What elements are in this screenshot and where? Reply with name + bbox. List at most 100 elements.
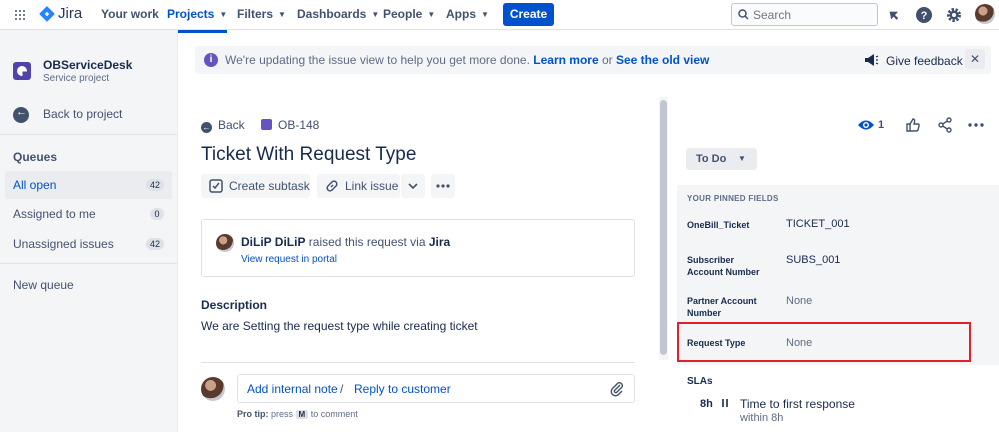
content-scrollbar[interactable] <box>659 97 668 360</box>
field-name: Partner Account Number <box>687 296 757 318</box>
commenter-avatar <box>201 377 225 401</box>
queue-label: Unassigned issues <box>13 237 114 251</box>
queue-count-badge: 0 <box>150 208 164 220</box>
nav-your-work-label: Your work <box>101 7 159 21</box>
link-issue-label: Link issue <box>345 179 399 193</box>
pause-icon <box>718 396 732 410</box>
nav-dashboards[interactable]: Dashboards ▼ <box>297 0 379 30</box>
project-name[interactable]: OBServiceDesk <box>43 58 132 72</box>
close-icon[interactable]: ✕ <box>965 49 985 69</box>
sla-remaining-time: 8h <box>700 398 713 410</box>
sidebar-divider <box>0 263 177 264</box>
nav-people[interactable]: People ▼ <box>383 0 435 30</box>
queue-count-badge: 42 <box>145 179 164 191</box>
nav-projects-label: Projects <box>167 7 215 21</box>
chevron-down-icon: ▼ <box>278 10 286 19</box>
link-issue-button[interactable]: Link issue <box>317 174 400 198</box>
settings-gear-icon[interactable] <box>945 6 963 24</box>
more-actions-button[interactable] <box>431 174 455 198</box>
queues-heading: Queues <box>13 150 58 164</box>
svg-text:?: ? <box>921 10 928 22</box>
back-breadcrumb[interactable]: ← Back <box>201 118 245 133</box>
watch-button[interactable]: 1 <box>857 118 884 135</box>
new-queue-link[interactable]: New queue <box>13 278 74 292</box>
create-button[interactable]: Create <box>503 3 554 26</box>
issue-view-banner: i We're updating the issue view to help … <box>195 46 991 74</box>
search-input[interactable] <box>753 7 873 23</box>
comment-box[interactable]: Add internal note / Reply to customer <box>237 374 635 403</box>
nav-apps[interactable]: Apps ▼ <box>446 0 489 30</box>
queue-count-badge: 42 <box>145 238 164 250</box>
eye-icon <box>858 120 874 130</box>
chevron-down-icon: ▼ <box>427 10 436 19</box>
more-icon[interactable] <box>968 123 984 127</box>
jira-logo-icon[interactable] <box>39 6 55 22</box>
sla-name: Time to first response <box>740 397 855 411</box>
chevron-down-icon: ▼ <box>738 154 746 163</box>
back-to-project-label: Back to project <box>43 107 123 121</box>
issue-key-breadcrumb[interactable]: OB-148 <box>261 118 319 132</box>
queue-item-all-open[interactable]: All open 42 <box>5 171 172 199</box>
pro-tip-press: press <box>271 409 294 419</box>
top-navigation: Jira Your work Projects ▼ Filters ▼ Dashbo… <box>0 0 999 33</box>
field-name: Subscriber Account Number <box>687 255 760 277</box>
issue-key: OB-148 <box>278 118 320 132</box>
description-heading: Description <box>201 298 268 312</box>
description-text[interactable]: We are Setting the request type while cr… <box>201 319 478 333</box>
banner-text: We're updating the issue view to help yo… <box>225 53 530 67</box>
queue-item-assigned-to-me[interactable]: Assigned to me 0 <box>5 200 172 228</box>
nav-people-label: People <box>383 7 423 21</box>
queue-item-unassigned[interactable]: Unassigned issues 42 <box>5 230 172 258</box>
link-issue-dropdown[interactable] <box>401 174 425 198</box>
request-raised-line: DiLiP DiLiP raised this request via Jira <box>241 235 450 249</box>
back-arrow-icon <box>13 106 29 123</box>
old-view-link[interactable]: See the old view <box>616 53 709 67</box>
search-box[interactable] <box>731 3 878 26</box>
pro-tip-suffix: to comment <box>310 409 358 419</box>
status-label: To Do <box>696 153 727 165</box>
create-subtask-label: Create subtask <box>229 179 310 193</box>
nav-filters[interactable]: Filters ▼ <box>237 0 286 30</box>
request-details-card: DiLiP DiLiP raised this request via Jira… <box>201 219 635 277</box>
pro-tip: Pro tip: press M to comment <box>237 409 358 419</box>
notifications-icon[interactable] <box>886 6 904 24</box>
search-icon <box>738 9 749 20</box>
field-value-subscriber-account[interactable]: SUBS_001 <box>786 254 840 266</box>
reporter-name[interactable]: DiLiP DiLiP <box>241 235 305 249</box>
issue-title[interactable]: Ticket With Request Type <box>201 144 416 166</box>
scrollbar-thumb[interactable] <box>660 100 667 355</box>
field-value-onebill-ticket[interactable]: TICKET_001 <box>786 218 850 230</box>
field-value-partner-account[interactable]: None <box>786 295 812 307</box>
app-switcher-icon[interactable] <box>15 10 25 20</box>
banner-or-text: or <box>601 53 613 67</box>
nav-your-work[interactable]: Your work <box>101 0 159 30</box>
request-channel: Jira <box>428 235 451 249</box>
watcher-count: 1 <box>878 119 885 131</box>
nav-apps-label: Apps <box>446 7 476 21</box>
nav-projects[interactable]: Projects ▼ <box>167 0 228 33</box>
learn-more-link[interactable]: Learn more <box>533 53 598 67</box>
issue-type-icon <box>261 119 272 130</box>
add-internal-note-link[interactable]: Add internal note <box>247 382 338 396</box>
view-request-portal-link[interactable]: View request in portal <box>241 254 337 265</box>
field-name: OneBill_Ticket <box>687 220 750 230</box>
thumbs-up-icon[interactable] <box>905 117 921 133</box>
chevron-down-icon: ▼ <box>219 10 228 19</box>
attachment-icon[interactable] <box>610 381 624 397</box>
share-icon[interactable] <box>937 117 953 133</box>
chevron-down-icon: ▼ <box>481 10 489 19</box>
back-label: Back <box>218 118 245 132</box>
user-avatar[interactable] <box>975 4 995 24</box>
jira-logo-text[interactable]: Jira <box>58 5 82 22</box>
sidebar: OBServiceDesk Service project Back to pr… <box>0 30 178 432</box>
help-icon[interactable]: ? <box>915 6 933 24</box>
slas-heading: SLAs <box>687 376 713 387</box>
reply-to-customer-link[interactable]: Reply to customer <box>354 382 451 396</box>
status-dropdown[interactable]: To Do ▼ <box>686 148 757 170</box>
shortcut-key: M <box>295 410 309 419</box>
more-icon <box>436 184 450 188</box>
create-subtask-button[interactable]: Create subtask <box>201 174 310 198</box>
back-arrow-icon: ← <box>201 122 212 133</box>
banner-message: We're updating the issue view to help yo… <box>225 53 709 67</box>
megaphone-icon <box>865 54 879 66</box>
